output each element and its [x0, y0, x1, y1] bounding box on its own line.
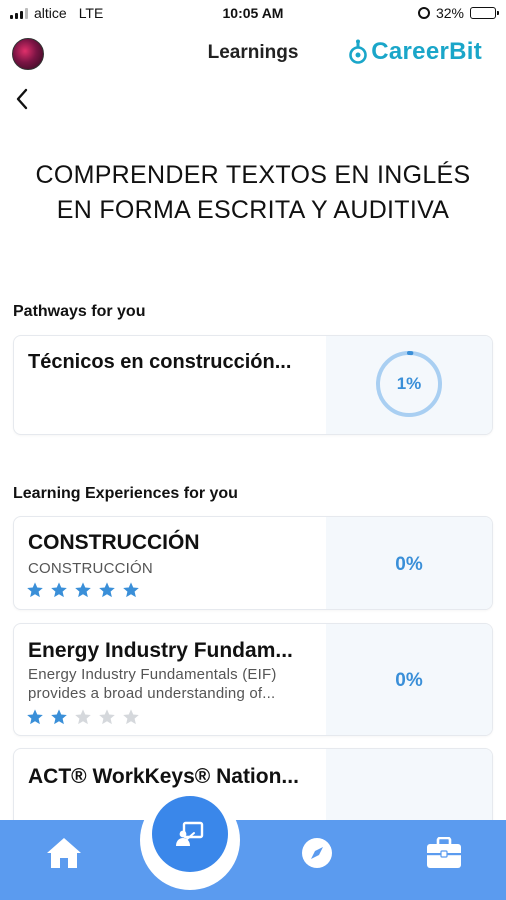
app-header: Learnings CareerBit — [0, 30, 506, 74]
brand-name: CareerBit — [371, 38, 482, 65]
home-icon — [47, 838, 81, 868]
course-title-line-2: EN FORMA ESCRITA Y AUDITIVA — [56, 196, 450, 224]
star-icon — [123, 709, 139, 725]
tab-jobs[interactable] — [424, 833, 464, 873]
tab-explore[interactable] — [297, 833, 337, 873]
course-title-line-1: COMPRENDER TEXTOS EN INGLÉS — [35, 161, 471, 189]
experience-title: CONSTRUCCIÓN — [28, 531, 200, 554]
experience-progress-label: 0% — [395, 554, 423, 575]
experiences-section-label: Learning Experiences for you — [13, 485, 238, 502]
experience-card[interactable]: CONSTRUCCIÓN CONSTRUCCIÓN 0% — [13, 516, 493, 610]
status-bar: altice LTE 10:05 AM 32% — [0, 0, 506, 28]
status-right: 32% — [417, 5, 499, 21]
experience-description: Energy Industry Fundamentals (EIF) provi… — [28, 665, 277, 703]
compass-icon — [302, 838, 332, 868]
back-arrow-icon[interactable] — [10, 86, 36, 112]
brand-logo: CareerBit — [348, 38, 482, 66]
pathway-title: Técnicos en construcción... — [28, 351, 292, 373]
star-icon — [75, 582, 91, 598]
battery-icon — [470, 7, 499, 19]
pathways-section-label: Pathways for you — [13, 303, 146, 320]
pathway-progress-label: 1% — [396, 374, 422, 393]
star-icon — [99, 709, 115, 725]
star-icon — [51, 709, 67, 725]
experience-card[interactable]: Energy Industry Fundam... Energy Industr… — [13, 623, 493, 736]
star-rating — [26, 581, 140, 599]
pathway-card[interactable]: Técnicos en construcción... 1% — [13, 335, 493, 435]
experience-description-line-1: Energy Industry Fundamentals (EIF) — [28, 666, 277, 683]
star-rating — [26, 708, 140, 726]
star-icon — [51, 582, 67, 598]
tab-learnings[interactable] — [152, 796, 228, 872]
star-icon — [27, 582, 43, 598]
tab-home[interactable] — [44, 833, 84, 873]
star-icon — [123, 582, 139, 598]
battery-percent: 32% — [435, 5, 464, 21]
learnings-icon — [176, 821, 204, 846]
briefcase-icon — [427, 837, 461, 868]
experience-progress-label: 0% — [395, 670, 423, 691]
experience-description-line-2: provides a broad understanding of... — [28, 685, 276, 702]
experience-title: ACT® WorkKeys® Nation... — [28, 765, 299, 788]
course-title: COMPRENDER TEXTOS EN INGLÉS EN FORMA ESC… — [20, 158, 486, 228]
careerbit-logo-icon — [349, 39, 368, 64]
star-icon — [27, 709, 43, 725]
star-icon — [99, 582, 115, 598]
star-icon — [75, 709, 91, 725]
experience-subtitle: CONSTRUCCIÓN — [28, 560, 153, 577]
experience-title: Energy Industry Fundam... — [28, 639, 293, 662]
alarm-icon — [417, 7, 430, 19]
